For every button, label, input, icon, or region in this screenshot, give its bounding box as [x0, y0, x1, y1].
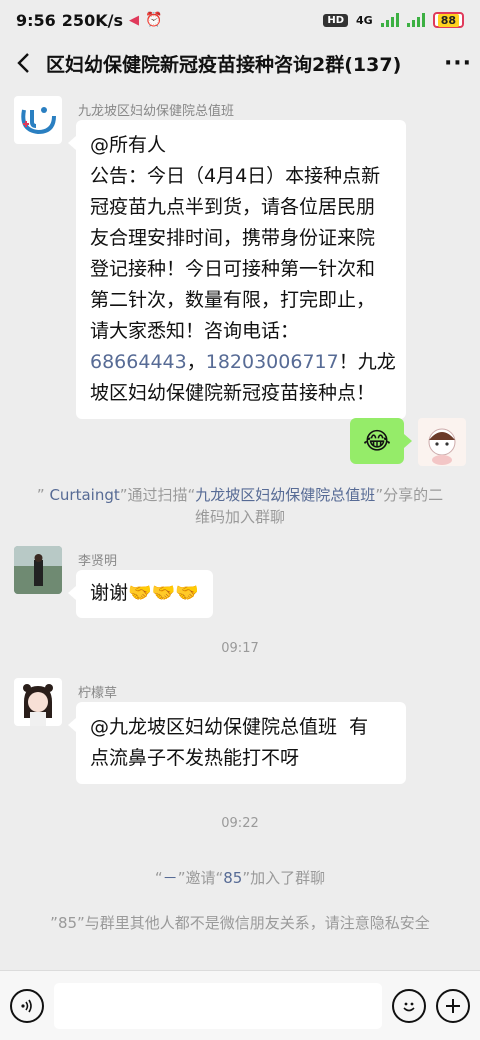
- msg-line: 68664443，18203006717！九龙: [90, 347, 396, 378]
- phone-link[interactable]: 68664443: [90, 351, 187, 373]
- timestamp: 09:17: [221, 641, 259, 656]
- member-name-link[interactable]: Curtaingt: [49, 486, 119, 504]
- emoji-icon[interactable]: [392, 988, 426, 1023]
- notice-text: ”加入了群聊: [242, 869, 326, 887]
- net-speed: 250K/s: [61, 10, 123, 30]
- announcement-bubble[interactable]: @所有人 公告：今日（4月4日）本接种点新 冠疫苗九点半到货，请各位居民朋 友合…: [68, 120, 406, 419]
- message-bubble[interactable]: 谢谢🤝🤝🤝: [68, 570, 213, 618]
- msg-line: 友合理安排时间，携带身份证来院: [90, 227, 376, 249]
- doll-avatar-icon: [428, 428, 456, 465]
- sender-name: 九龙坡区妇幼保健院总值班: [78, 104, 235, 119]
- ellipsis-icon[interactable]: ···: [436, 51, 480, 76]
- message-text: 谢谢🤝🤝🤝: [90, 582, 199, 604]
- msg-line: 冠疫苗九点半到货，请各位居民朋: [90, 196, 376, 218]
- my-message-bubble[interactable]: 😂: [350, 418, 412, 464]
- system-invite-notice: “－”邀请“85”加入了群聊: [30, 867, 450, 889]
- chat-header: 区妇幼保健院新冠疫苗接种咨询2群(137) ···: [0, 40, 480, 86]
- msg-text: ！九龙: [338, 351, 396, 373]
- my-avatar[interactable]: [418, 418, 466, 466]
- message-input[interactable]: [54, 982, 382, 1029]
- timestamp: 09:22: [221, 816, 259, 831]
- photo-avatar-icon: [14, 546, 62, 594]
- msg-line: 登记接种！今日可接种第一针次和: [90, 258, 376, 280]
- battery-level: 88: [437, 13, 459, 27]
- msg-line: 坡区妇幼保健院新冠疫苗接种点！: [90, 382, 376, 404]
- avatar[interactable]: [14, 546, 62, 594]
- system-join-notice: ” Curtaingt”通过扫描“九龙坡区妇幼保健院总值班”分享的二维码加入群聊: [30, 484, 450, 528]
- plus-icon[interactable]: [436, 988, 470, 1023]
- privacy-notice: ”85”与群里其他人都不是微信朋友关系，请注意隐私安全: [50, 914, 430, 932]
- signal-icon: [380, 13, 399, 27]
- girl-avatar-icon: [23, 684, 53, 726]
- input-bar: [0, 970, 480, 1040]
- voice-icon[interactable]: [10, 988, 44, 1023]
- avatar[interactable]: [14, 678, 62, 726]
- msg-line: @所有人: [90, 134, 167, 156]
- battery-icon: 88: [432, 12, 464, 28]
- invitee-link[interactable]: 85: [223, 869, 242, 887]
- phone-link[interactable]: 18203006717: [206, 351, 339, 373]
- status-bar: 9:56 250K/s ◀ ⏰ HD 4G 88: [0, 0, 480, 40]
- msg-line: 公告：今日（4月4日）本接种点新: [90, 165, 381, 187]
- status-time: 9:56: [16, 10, 56, 30]
- separator: ，: [186, 351, 206, 373]
- notice-text: ”通过扫描“: [119, 486, 196, 504]
- chevron-left-icon[interactable]: [0, 40, 46, 86]
- crying-laughing-emoji: 😂: [362, 427, 392, 455]
- alarm-icon: ⏰: [144, 12, 163, 28]
- speaker-icon: ◀: [128, 12, 139, 28]
- hospital-logo-icon: [21, 107, 56, 135]
- sender-name: 李贤明: [78, 554, 118, 569]
- chat-title: 区妇幼保健院新冠疫苗接种咨询2群(137): [46, 53, 402, 76]
- chat-area[interactable]: 九龙坡区妇幼保健院总值班 @所有人 公告：今日（4月4日）本接种点新 冠疫苗九点…: [0, 86, 480, 970]
- msg-line: @九龙坡区妇幼保健院总值班 有: [90, 716, 369, 738]
- group-owner-link[interactable]: 九龙坡区妇幼保健院总值班: [195, 486, 375, 504]
- signal-2-icon: [406, 13, 425, 27]
- quote: “: [154, 869, 163, 887]
- msg-line: 点流鼻子不发热能打不呀: [90, 747, 300, 769]
- notice-text: ”邀请“: [177, 869, 224, 887]
- hd-badge: HD: [323, 13, 348, 27]
- inviter-link[interactable]: －: [163, 869, 178, 887]
- sender-name: 柠檬草: [78, 686, 118, 701]
- avatar[interactable]: [14, 96, 62, 144]
- message-bubble[interactable]: @九龙坡区妇幼保健院总值班 有 点流鼻子不发热能打不呀: [68, 702, 406, 784]
- network-label: 4G: [356, 13, 373, 27]
- msg-line: 第二针次，数量有限，打完即止，: [90, 289, 376, 311]
- msg-line: 请大家悉知！咨询电话：: [90, 320, 300, 342]
- quote: ”: [36, 486, 50, 504]
